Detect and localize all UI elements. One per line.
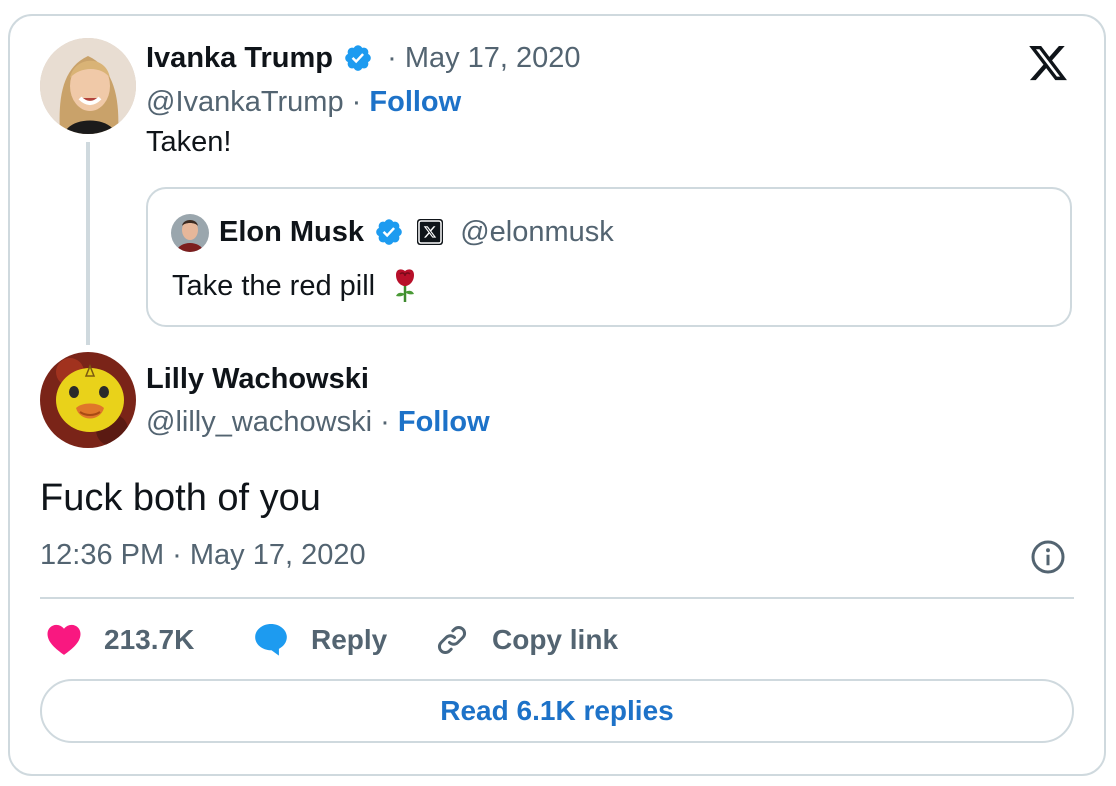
- parent-author-name[interactable]: Ivanka Trump: [146, 42, 333, 74]
- main-tweet-text: Fuck both of you: [40, 477, 321, 519]
- reply-button[interactable]: Reply: [311, 624, 387, 656]
- quoted-handle[interactable]: @elonmusk: [460, 216, 614, 248]
- parent-date-separator: ·: [387, 42, 397, 74]
- parent-follow-link[interactable]: Follow: [369, 86, 461, 118]
- copy-link-button[interactable]: Copy link: [492, 624, 618, 656]
- avatar-lilly[interactable]: [40, 352, 136, 448]
- main-follow-link[interactable]: Follow: [398, 406, 490, 438]
- reply-bubble-icon[interactable]: [252, 620, 290, 658]
- parent-handle-separator: ·: [351, 86, 362, 118]
- link-chain-icon[interactable]: [432, 620, 472, 660]
- thread-connector-line: [86, 142, 90, 345]
- heart-icon[interactable]: [46, 622, 82, 656]
- parent-handle-row: @IvankaTrump · Follow: [146, 86, 461, 119]
- parent-tweet-text: Taken!: [146, 126, 232, 158]
- quoted-text-row: Take the red pill: [172, 267, 419, 303]
- main-handle[interactable]: @lilly_wachowski: [146, 406, 372, 438]
- actions-divider: [40, 597, 1074, 599]
- read-replies-button[interactable]: Read 6.1K replies: [40, 679, 1074, 743]
- parent-handle[interactable]: @IvankaTrump: [146, 86, 344, 118]
- x-affiliate-icon: [417, 219, 444, 245]
- main-handle-separator: ·: [380, 406, 390, 438]
- tweet-timestamp[interactable]: 12:36 PM · May 17, 2020: [40, 539, 366, 572]
- parent-date[interactable]: May 17, 2020: [405, 42, 581, 74]
- avatar-elon[interactable]: [171, 214, 209, 252]
- quoted-tweet[interactable]: [146, 187, 1072, 327]
- info-icon[interactable]: [1030, 539, 1066, 575]
- main-handle-row: @lilly_wachowski · Follow: [146, 406, 490, 439]
- avatar-ivanka[interactable]: [40, 38, 136, 134]
- quoted-author-name[interactable]: Elon Musk: [219, 216, 364, 248]
- verified-badge-icon: [376, 219, 402, 245]
- parent-header: Ivanka Trump · May 17, 2020: [146, 42, 581, 75]
- quoted-header: Elon Musk @elonmusk: [219, 216, 614, 249]
- rose-emoji-icon: [396, 269, 415, 302]
- verified-badge-icon: [345, 45, 371, 71]
- main-author-name[interactable]: Lilly Wachowski: [146, 363, 369, 396]
- quoted-tweet-text: Take the red pill: [172, 270, 376, 302]
- x-logo-icon[interactable]: [1026, 42, 1070, 84]
- like-count[interactable]: 213.7K: [104, 624, 194, 656]
